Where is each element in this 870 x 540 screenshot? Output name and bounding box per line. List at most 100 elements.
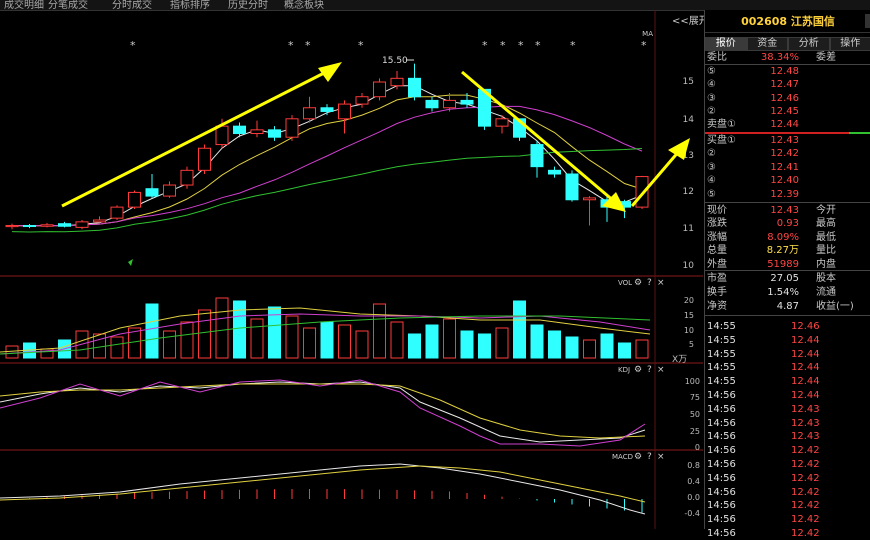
macd-close-icon[interactable]: × xyxy=(657,452,665,462)
fund-row-label2: 收益(一) xyxy=(816,300,854,313)
kline-chart-area[interactable]: 15 14 13 12 11 10 MA * * * * * * * * * *… xyxy=(0,10,703,529)
candle-body xyxy=(321,108,333,112)
macd-settings-icon[interactable]: ⚙ xyxy=(634,452,642,462)
fund-row-label: 换手 xyxy=(707,286,727,299)
volume-bars xyxy=(6,298,648,358)
candle-body xyxy=(584,198,596,200)
star-marker: * xyxy=(358,39,364,52)
panel-scroll-stub[interactable] xyxy=(865,14,870,28)
quote-row-value: 0.93 xyxy=(777,217,799,230)
star-marker: * xyxy=(288,39,294,52)
kline-chart-svg[interactable]: 15 14 13 12 11 10 MA * * * * * * * * * *… xyxy=(0,10,703,529)
quote-row-label2: 最高 xyxy=(816,217,836,230)
tick-time: 14:56 xyxy=(707,458,736,471)
candle-body xyxy=(426,100,438,107)
volume-bar xyxy=(391,322,403,358)
ma-line-30 xyxy=(12,149,642,233)
bid-level-5: ⑤12.39 xyxy=(705,188,870,201)
tick-price: 12.44 xyxy=(791,375,820,388)
star-marker: * xyxy=(570,39,576,52)
volume-bar xyxy=(286,316,298,358)
bid-level-2: ②12.42 xyxy=(705,147,870,160)
quote-row-value: 12.43 xyxy=(770,204,799,217)
volume-bar xyxy=(164,331,176,358)
tick-row: 14:5612.42 xyxy=(705,458,870,471)
volume-bar xyxy=(566,337,578,358)
candle-body xyxy=(286,119,298,137)
tick-row: 14:5512.44 xyxy=(705,334,870,347)
volume-bar xyxy=(199,310,211,358)
volume-bar xyxy=(111,337,123,358)
candle-body xyxy=(356,97,368,104)
bid-level-2-value: 12.42 xyxy=(770,147,799,160)
tick-price: 12.44 xyxy=(791,361,820,374)
candle-body xyxy=(269,130,281,137)
volume-bar xyxy=(409,334,421,358)
tick-time: 14:56 xyxy=(707,486,736,499)
tab-trade[interactable]: 操作 xyxy=(830,37,870,51)
tab-funds[interactable]: 资金 xyxy=(747,37,789,51)
volume-bar xyxy=(461,331,473,358)
tick-time: 14:56 xyxy=(707,513,736,526)
tick-time: 14:55 xyxy=(707,361,736,374)
trend-arrow-down-line xyxy=(462,72,615,202)
tick-time: 14:56 xyxy=(707,417,736,430)
volume-bar xyxy=(549,331,561,358)
candle-body xyxy=(636,177,648,208)
tick-price: 12.42 xyxy=(791,444,820,457)
candle-body xyxy=(234,126,246,133)
candle-body xyxy=(164,185,176,196)
weicha-label: 委差 xyxy=(816,51,836,64)
vol-help-icon[interactable]: ? xyxy=(647,278,652,288)
bid-level-4: ④12.40 xyxy=(705,174,870,187)
star-marker: * xyxy=(641,39,647,52)
price-tick-10: 10 xyxy=(683,261,695,271)
candle-body xyxy=(76,222,88,228)
macd-tick-neg0.4: -0.4 xyxy=(684,509,700,518)
fund-row-label2: 股本 xyxy=(816,272,836,285)
quote-tabs: 报价 资金 分析 操作 xyxy=(705,37,870,51)
candle-body xyxy=(94,220,106,222)
macd-help-icon[interactable]: ? xyxy=(647,452,652,462)
bid-level-4-value: 12.40 xyxy=(770,174,799,187)
tick-time: 14:55 xyxy=(707,348,736,361)
ask-level-4-value: 12.47 xyxy=(770,78,799,91)
weibi-label: 委比 xyxy=(707,51,727,64)
candle-body xyxy=(59,224,71,227)
divider xyxy=(705,202,870,203)
fund-row-value: 1.54% xyxy=(767,286,799,299)
kdj-tick-25: 25 xyxy=(690,427,700,436)
kdj-tick-50: 50 xyxy=(690,410,700,419)
vol-settings-icon[interactable]: ⚙ xyxy=(634,278,642,288)
candle-body xyxy=(391,78,403,85)
quote-panel: 002608 江苏国信 报价 资金 分析 操作 委比 38.34% 委差 ⑤12… xyxy=(704,10,870,529)
kdj-close-icon[interactable]: × xyxy=(657,365,665,375)
kdj-help-icon[interactable]: ? xyxy=(647,365,652,375)
quote-row-label2: 量比 xyxy=(816,244,836,257)
ask-level-2-value: 12.45 xyxy=(770,105,799,118)
volume-bar xyxy=(146,304,158,358)
fund-row-value: 4.87 xyxy=(777,300,799,313)
quote-row-value: 8.27万 xyxy=(767,244,799,257)
macd-dea-line xyxy=(0,466,645,502)
ask-level-5-label: ⑤ xyxy=(707,65,716,78)
vol-close-icon[interactable]: × xyxy=(657,278,665,288)
candle-body xyxy=(549,170,561,174)
quote-row-label2: 内盘 xyxy=(816,258,836,271)
bid-level-5-value: 12.39 xyxy=(770,188,799,201)
kdj-label: KDJ xyxy=(618,366,630,374)
volume-bar xyxy=(374,304,386,358)
kdj-settings-icon[interactable]: ⚙ xyxy=(634,365,642,375)
star-marker: * xyxy=(518,39,524,52)
divider xyxy=(705,315,870,316)
ask-level-4-label: ④ xyxy=(707,78,716,91)
candle-body xyxy=(6,226,18,227)
bid-level-1-label: 买盘① xyxy=(707,134,736,147)
fund-row: 市盈27.05股本 xyxy=(705,272,870,285)
tab-analysis[interactable]: 分析 xyxy=(788,37,830,51)
green-marker xyxy=(128,259,133,266)
macd-tick-0.4: 0.4 xyxy=(687,477,700,486)
tab-quote[interactable]: 报价 xyxy=(705,37,747,51)
tick-row: 14:5612.43 xyxy=(705,417,870,430)
quote-row-label: 现价 xyxy=(707,204,727,217)
